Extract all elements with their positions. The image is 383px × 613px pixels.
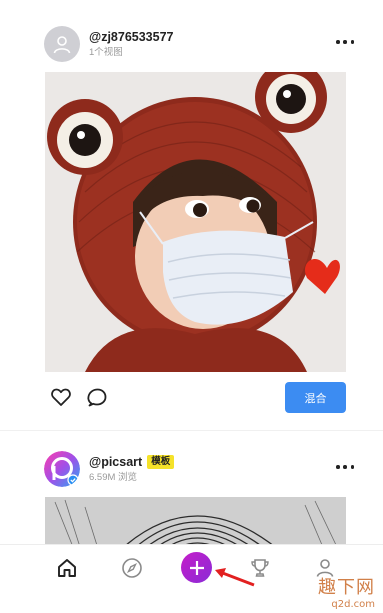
view-count: 1个视图 [89, 46, 123, 58]
like-heart-icon[interactable] [49, 385, 73, 409]
picsart-logo-icon [44, 451, 80, 487]
post-header: @picsart 模板 6.59M 浏览 [44, 449, 354, 489]
picsart-avatar[interactable] [44, 451, 80, 487]
username[interactable]: @zj876533577 [89, 30, 173, 45]
user-avatar[interactable] [44, 26, 80, 62]
username[interactable]: @picsart [89, 455, 142, 470]
user-info: @zj876533577 1个视图 [89, 30, 173, 59]
bottom-tab-bar: 趣下网 q2d.com [0, 544, 383, 613]
plus-icon [189, 560, 204, 575]
post-header: @zj876533577 1个视图 [44, 24, 354, 64]
user-placeholder-icon [53, 36, 71, 54]
more-options-icon[interactable] [336, 37, 354, 47]
template-badge: 模板 [147, 455, 175, 469]
post-image[interactable] [45, 72, 346, 372]
trophy-icon[interactable] [247, 555, 273, 581]
comment-icon[interactable] [85, 385, 109, 409]
compass-icon[interactable] [119, 555, 145, 581]
create-plus-button[interactable] [181, 552, 212, 583]
home-icon[interactable] [54, 555, 80, 581]
user-info: @picsart 模板 6.59M 浏览 [89, 455, 175, 484]
remix-button[interactable]: 混合 [285, 382, 346, 413]
view-count: 6.59M 浏览 [89, 471, 138, 483]
more-options-icon[interactable] [336, 462, 354, 472]
post-divider [0, 430, 383, 431]
watermark-url: q2d.com [331, 599, 375, 610]
post-actions: 混合 [45, 382, 346, 414]
profile-icon[interactable] [312, 555, 338, 581]
girl-frog-hat-photo [45, 72, 346, 372]
